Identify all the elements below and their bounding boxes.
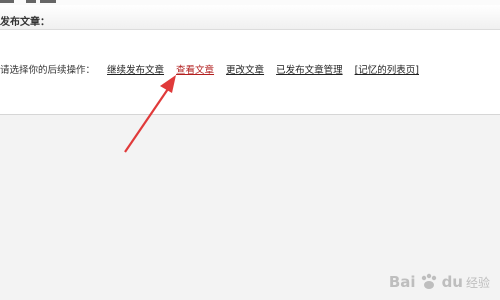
paw-icon [421, 273, 436, 289]
arrow-head [160, 75, 176, 93]
annotation-arrow [124, 75, 176, 153]
baidu-jingyan-watermark: Bai du 经验 [389, 272, 490, 292]
watermark-suffix: 经验 [465, 275, 490, 290]
watermark-brand-tail: du [441, 273, 463, 291]
arrow-shaft [124, 85, 171, 153]
watermark-brand: Bai [388, 273, 416, 291]
